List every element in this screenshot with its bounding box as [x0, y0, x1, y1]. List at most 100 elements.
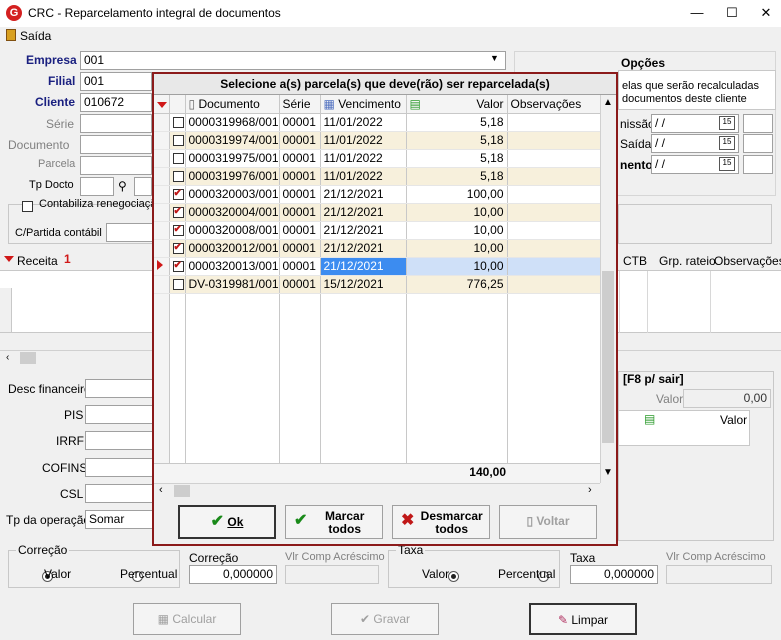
grid-line: [507, 294, 508, 483]
table-row[interactable]: 0000320008/0010000121/12/202110,00: [154, 221, 601, 240]
scroll-up-icon[interactable]: ▲: [603, 97, 613, 108]
cliente-field[interactable]: 010672: [80, 93, 152, 112]
receita-title: Receita: [17, 254, 58, 268]
empresa-select[interactable]: 001: [80, 51, 506, 70]
contabiliza-checkbox[interactable]: [22, 201, 33, 213]
calcular-button[interactable]: ▦ Calcular: [133, 603, 241, 635]
scroll-right-icon[interactable]: ›: [588, 484, 592, 496]
table-row[interactable]: 0000320013/0010000121/12/202110,00: [154, 257, 601, 276]
table-row[interactable]: 0000320003/0010000121/12/2021100,00: [154, 185, 601, 204]
cell-valor: 5,18: [406, 149, 508, 168]
options-title: Opções: [621, 56, 666, 70]
calendar-icon[interactable]: 15: [719, 136, 735, 150]
table-row[interactable]: 0000320012/0010000121/12/202110,00: [154, 239, 601, 258]
cpartida-field[interactable]: [106, 223, 154, 242]
serie-field[interactable]: [80, 114, 152, 133]
row-checkbox[interactable]: [169, 275, 186, 294]
correcao-vlr-comp-label: Vlr Comp Acréscimo: [285, 551, 385, 563]
pis-field[interactable]: [85, 405, 153, 424]
calendar-icon[interactable]: 15: [719, 157, 735, 171]
desc-financeiro-field[interactable]: [85, 379, 153, 398]
scrollbar-thumb[interactable]: [602, 271, 614, 443]
menu-exit[interactable]: Saída: [20, 29, 51, 43]
row-indicator: [154, 275, 170, 294]
row-checkbox[interactable]: [169, 131, 186, 150]
table-row[interactable]: 0000319968/001 00001 11/01/2022 5,18: [154, 113, 601, 132]
row-checkbox-box[interactable]: [172, 279, 184, 291]
cell-observacoes: [507, 257, 601, 276]
table-header-row: ▯ Documento Série ▦ Vencimento ▤ Valor Ob…: [154, 95, 601, 114]
limpar-button[interactable]: ✎ Limpar: [529, 603, 637, 635]
table-row[interactable]: 0000319975/001 00001 11/01/2022 5,18: [154, 149, 601, 168]
minimize-button[interactable]: —: [683, 3, 711, 23]
binoculars-icon[interactable]: ⚲: [118, 179, 127, 193]
close-button[interactable]: ✕: [752, 3, 780, 23]
correcao-field[interactable]: 0,000000: [189, 565, 277, 584]
row-pointer-icon: [4, 256, 14, 262]
scroll-left-icon[interactable]: ‹: [159, 484, 163, 496]
row-checkbox[interactable]: [169, 239, 186, 258]
cell-serie: 00001: [279, 275, 321, 294]
scroll-left-icon[interactable]: ‹: [6, 352, 9, 363]
chevron-down-icon[interactable]: ▼: [490, 53, 499, 63]
header-vencimento[interactable]: ▦ Vencimento: [320, 95, 407, 114]
row-checkbox-box[interactable]: [172, 242, 184, 255]
row-checkbox[interactable]: [169, 221, 186, 240]
row-checkbox-box[interactable]: [172, 171, 184, 183]
cell-vencimento: 21/12/2021: [320, 185, 407, 204]
cofins-field[interactable]: [85, 458, 153, 477]
marcar-label: Marcar todos: [325, 509, 365, 536]
tp-operacao-select[interactable]: Somar: [85, 510, 153, 529]
cell-valor: 10,00: [406, 257, 508, 276]
marcar-todos-button[interactable]: ✔ Marcar todos: [285, 505, 383, 539]
row-checkbox[interactable]: [169, 149, 186, 168]
row-checkbox-box[interactable]: [172, 260, 184, 273]
csl-field[interactable]: [85, 484, 153, 503]
row-checkbox[interactable]: [169, 167, 186, 186]
scrollbar-thumb[interactable]: [174, 485, 190, 497]
irrf-field[interactable]: [85, 431, 153, 450]
header-serie[interactable]: Série: [279, 95, 321, 114]
irrf-label: IRRF: [56, 434, 84, 448]
table-row[interactable]: 0000319976/001 00001 11/01/2022 5,18: [154, 167, 601, 186]
table-row[interactable]: 0000319974/001 00001 11/01/2022 5,18: [154, 131, 601, 150]
parcels-grid[interactable]: ▯ Documento Série ▦ Vencimento ▤ Valor Ob…: [154, 95, 616, 483]
cell-serie: 00001: [279, 131, 321, 150]
row-checkbox[interactable]: [169, 113, 186, 132]
row-indicator: [154, 239, 170, 258]
scrollbar-thumb[interactable]: [20, 352, 36, 364]
row-checkbox-box[interactable]: [172, 224, 184, 237]
row-checkbox[interactable]: [169, 203, 186, 222]
header-check[interactable]: [169, 95, 186, 114]
header-valor[interactable]: ▤ Valor: [406, 95, 508, 114]
table-row[interactable]: 0000320004/0010000121/12/202110,00: [154, 203, 601, 222]
desmarcar-todos-button[interactable]: ✖ Desmarcar todos: [392, 505, 490, 539]
documento-field[interactable]: [80, 135, 152, 154]
maximize-button[interactable]: ☐: [718, 3, 746, 23]
header-observacoes[interactable]: Observações: [507, 95, 601, 114]
row-checkbox-box[interactable]: [172, 188, 184, 201]
row-checkbox[interactable]: [169, 185, 186, 204]
row-checkbox-box[interactable]: [172, 135, 184, 147]
filial-field[interactable]: 001: [80, 72, 152, 91]
cell-valor: 5,18: [406, 131, 508, 150]
taxa-field[interactable]: 0,000000: [570, 565, 658, 584]
row-checkbox-box[interactable]: [172, 117, 184, 129]
voltar-button[interactable]: ▯ Voltar: [499, 505, 597, 539]
check-icon: ✔: [210, 513, 225, 530]
dialog-title: Selecione a(s) parcela(s) que deve(rão) …: [154, 74, 616, 95]
serie-label: Série: [46, 117, 75, 131]
filial-label: Filial: [48, 74, 76, 88]
row-checkbox[interactable]: [169, 257, 186, 276]
dialog-horizontal-scrollbar[interactable]: [154, 483, 600, 499]
scroll-down-icon[interactable]: ▼: [603, 467, 613, 478]
header-documento[interactable]: ▯ Documento: [185, 95, 280, 114]
row-checkbox-box[interactable]: [172, 153, 184, 165]
tpdocto-field[interactable]: [80, 177, 114, 196]
parcela-field[interactable]: [80, 156, 152, 175]
gravar-button[interactable]: ✔ Gravar: [331, 603, 439, 635]
row-checkbox-box[interactable]: [172, 206, 184, 219]
calendar-icon[interactable]: 15: [719, 116, 735, 130]
ok-button[interactable]: ✔ Ok: [178, 505, 276, 539]
table-row[interactable]: DV-0319981/001 00001 15/12/2021 776,25: [154, 275, 601, 294]
